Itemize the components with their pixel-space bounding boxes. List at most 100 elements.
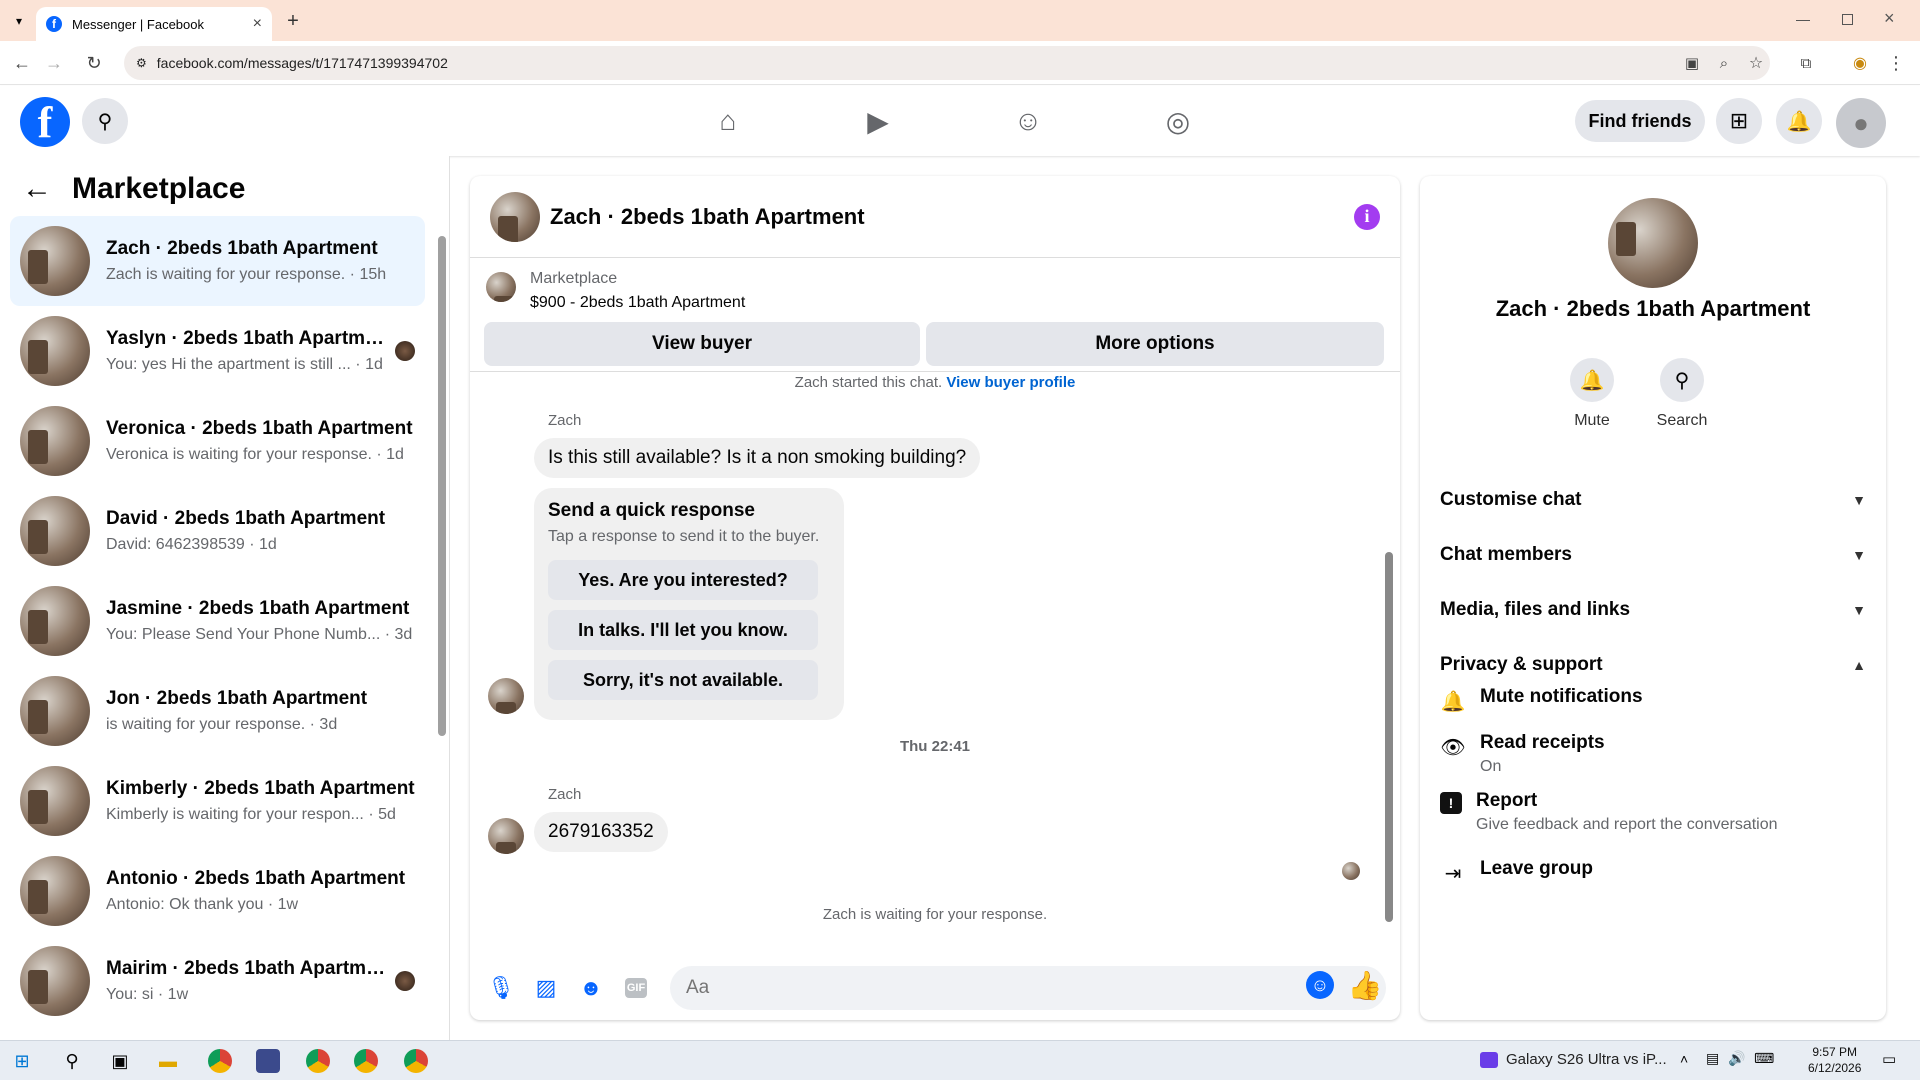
gif-icon[interactable]: GIF [619, 971, 653, 1005]
account-avatar[interactable]: ● [1836, 98, 1886, 148]
restore-icon[interactable] [1842, 14, 1853, 25]
more-options-button[interactable]: More options [926, 322, 1384, 366]
chat-avatar[interactable] [490, 191, 540, 242]
back-icon[interactable]: ← [8, 49, 36, 77]
find-friends-button[interactable]: Find friends [1575, 100, 1705, 142]
chrome-app-icon[interactable] [306, 1049, 330, 1073]
tray-network-icon[interactable]: ▤ [1706, 1050, 1719, 1067]
chrome-app-icon[interactable] [208, 1049, 232, 1073]
back-arrow-icon[interactable]: ← [22, 172, 52, 206]
conversation-item[interactable]: Kimberly · 2beds 1bath Apartment Kimberly… [10, 756, 425, 846]
taskbar-search-icon[interactable]: ⚲ [56, 1047, 88, 1075]
zoom-icon[interactable]: ⌕ [1710, 49, 1738, 77]
conversation-item[interactable]: Antonio · 2beds 1bath Apartment Antonio: … [10, 846, 425, 936]
search-icon[interactable]: ⚲ [82, 98, 128, 144]
minimize-icon[interactable] [1796, 20, 1810, 21]
chat-members-section[interactable]: Chat members ▼ [1440, 533, 1866, 577]
facebook-logo-icon[interactable]: f [20, 97, 70, 147]
notifications-bell-icon[interactable]: 🔔 [1776, 98, 1822, 144]
windows-start-icon[interactable]: ⊞ [6, 1047, 38, 1075]
new-tab-button[interactable]: + [280, 8, 306, 34]
mute-notifications-item[interactable]: 🔔 Mute notifications [1440, 686, 1866, 714]
profile-icon[interactable]: ◉ [1846, 49, 1874, 77]
media-files-links-section[interactable]: Media, files and links ▼ [1440, 588, 1866, 632]
groups-icon[interactable]: ◎ [1155, 100, 1201, 142]
chrome-app-icon[interactable] [354, 1049, 378, 1073]
site-info-icon[interactable]: ⚙ [136, 56, 147, 70]
view-buyer-button[interactable]: View buyer [484, 322, 920, 366]
install-app-icon[interactable]: ▣ [1678, 49, 1706, 77]
chat-title[interactable]: Zach · 2beds 1bath Apartment [550, 204, 1354, 230]
message-thread: Zach started this chat. View buyer profi… [470, 372, 1400, 932]
emoji-icon[interactable]: ☺ [1306, 971, 1334, 999]
message-bubble[interactable]: 2679163352 [534, 812, 668, 852]
close-window-icon[interactable]: × [1884, 8, 1895, 29]
mute-button[interactable]: 🔔 Mute [1552, 358, 1632, 430]
conversation-name: Veronica · 2beds 1bath Apartment [106, 418, 413, 439]
conversation-item[interactable]: Jasmine · 2beds 1bath Apartment You: Plea… [10, 576, 425, 666]
tray-keyboard-icon[interactable]: ⌨ [1754, 1050, 1774, 1067]
quick-response-title: Send a quick response [548, 500, 755, 521]
quick-response-option[interactable]: In talks. I'll let you know. [548, 610, 818, 650]
marketplace-label: Marketplace [530, 270, 618, 287]
file-explorer-icon[interactable]: ▬ [152, 1047, 184, 1075]
conversation-item[interactable]: Mairim · 2beds 1bath Apartment You: si · … [10, 936, 425, 1026]
menu-grid-icon[interactable]: ⊞ [1716, 98, 1762, 144]
menu-kebab-icon[interactable]: ⋮ [1882, 49, 1910, 77]
read-receipts-item[interactable]: 👁 Read receipts On [1440, 732, 1866, 776]
info-icon[interactable]: i [1354, 203, 1380, 230]
report-item[interactable]: ! Report Give feedback and report the con… [1440, 790, 1866, 834]
thumbs-up-icon[interactable]: 👍 [1348, 968, 1383, 1002]
close-tab-icon[interactable]: × [253, 15, 262, 33]
tray-chevron-icon[interactable]: ˄ [1680, 1051, 1688, 1067]
conversation-item[interactable]: Zach · 2beds 1bath Apartment Zach is wait… [10, 216, 425, 306]
sidebar-scrollbar[interactable] [438, 236, 446, 736]
thread-scrollbar[interactable] [1385, 552, 1393, 922]
photo-icon[interactable]: ▨ [529, 971, 563, 1005]
video-icon[interactable]: ▶ [855, 100, 901, 142]
address-bar[interactable]: ⚙ facebook.com/messages/t/17174713993947… [124, 46, 1770, 80]
microphone-icon[interactable]: 🎙 [484, 971, 518, 1005]
reload-icon[interactable]: ↻ [80, 49, 108, 77]
eye-icon: 👁 [1440, 736, 1466, 759]
conversation-item[interactable]: Veronica · 2beds 1bath Apartment Veronica… [10, 396, 425, 486]
app-icon[interactable] [256, 1049, 280, 1073]
bookmark-star-icon[interactable]: ☆ [1742, 49, 1770, 77]
message-input[interactable] [670, 966, 1386, 1010]
chevron-up-icon: ▲ [1852, 657, 1866, 673]
conversation-item[interactable]: Jon · 2beds 1bath Apartment is waiting fo… [10, 666, 425, 756]
quick-response-option[interactable]: Yes. Are you interested? [548, 560, 818, 600]
conversation-snippet: You: si · 1w [106, 986, 189, 1003]
notification-center-icon[interactable]: ▭ [1882, 1050, 1896, 1068]
chrome-app-icon[interactable] [404, 1049, 428, 1073]
chevron-down-icon: ▼ [1852, 492, 1866, 508]
message-bubble[interactable]: Is this still available? Is it a non smo… [534, 438, 981, 478]
quick-response-option[interactable]: Sorry, it's not available. [548, 660, 818, 700]
view-buyer-profile-link[interactable]: View buyer profile [946, 374, 1075, 391]
media-widget[interactable]: Galaxy S26 Ultra vs iP... [1480, 1051, 1667, 1068]
gif-label: GIF [625, 978, 647, 998]
sticker-icon[interactable]: ☻ [574, 971, 608, 1005]
conversation-item[interactable]: David · 2beds 1bath Apartment David: 6462… [10, 486, 425, 576]
listing-avatar [20, 586, 90, 656]
home-icon[interactable]: ⌂ [705, 100, 751, 142]
tray-volume-icon[interactable]: 🔊 [1728, 1050, 1745, 1067]
search-chat-button[interactable]: ⚲ Search [1642, 358, 1722, 430]
listing-avatar [20, 316, 90, 386]
message-timestamp: Thu 22:41 [899, 738, 971, 755]
system-clock[interactable]: 9:57 PM 6/12/2026 [1808, 1044, 1861, 1076]
forward-icon[interactable]: → [40, 49, 68, 77]
leave-group-item[interactable]: ⇥ Leave group [1440, 858, 1866, 886]
extensions-icon[interactable]: ⧉ [1792, 49, 1820, 77]
chat-info-panel: Zach · 2beds 1bath Apartment 🔔 Mute ⚲ Se… [1420, 176, 1886, 1020]
friends-icon[interactable]: ☺ [1005, 100, 1051, 142]
item-title: Read receipts [1480, 732, 1605, 753]
privacy-support-section[interactable]: Privacy & support ▲ [1440, 643, 1866, 687]
profile-avatar[interactable] [1608, 198, 1698, 288]
conversation-name: Jasmine · 2beds 1bath Apartment [106, 598, 410, 619]
task-view-icon[interactable]: ▣ [104, 1047, 136, 1075]
browser-tab[interactable]: f Messenger | Facebook × [36, 7, 272, 41]
customise-chat-section[interactable]: Customise chat ▼ [1440, 478, 1866, 522]
conversation-item[interactable]: Yaslyn · 2beds 1bath Apartment You: yes H… [10, 306, 425, 396]
tab-search-icon[interactable]: ▾ [8, 10, 30, 32]
